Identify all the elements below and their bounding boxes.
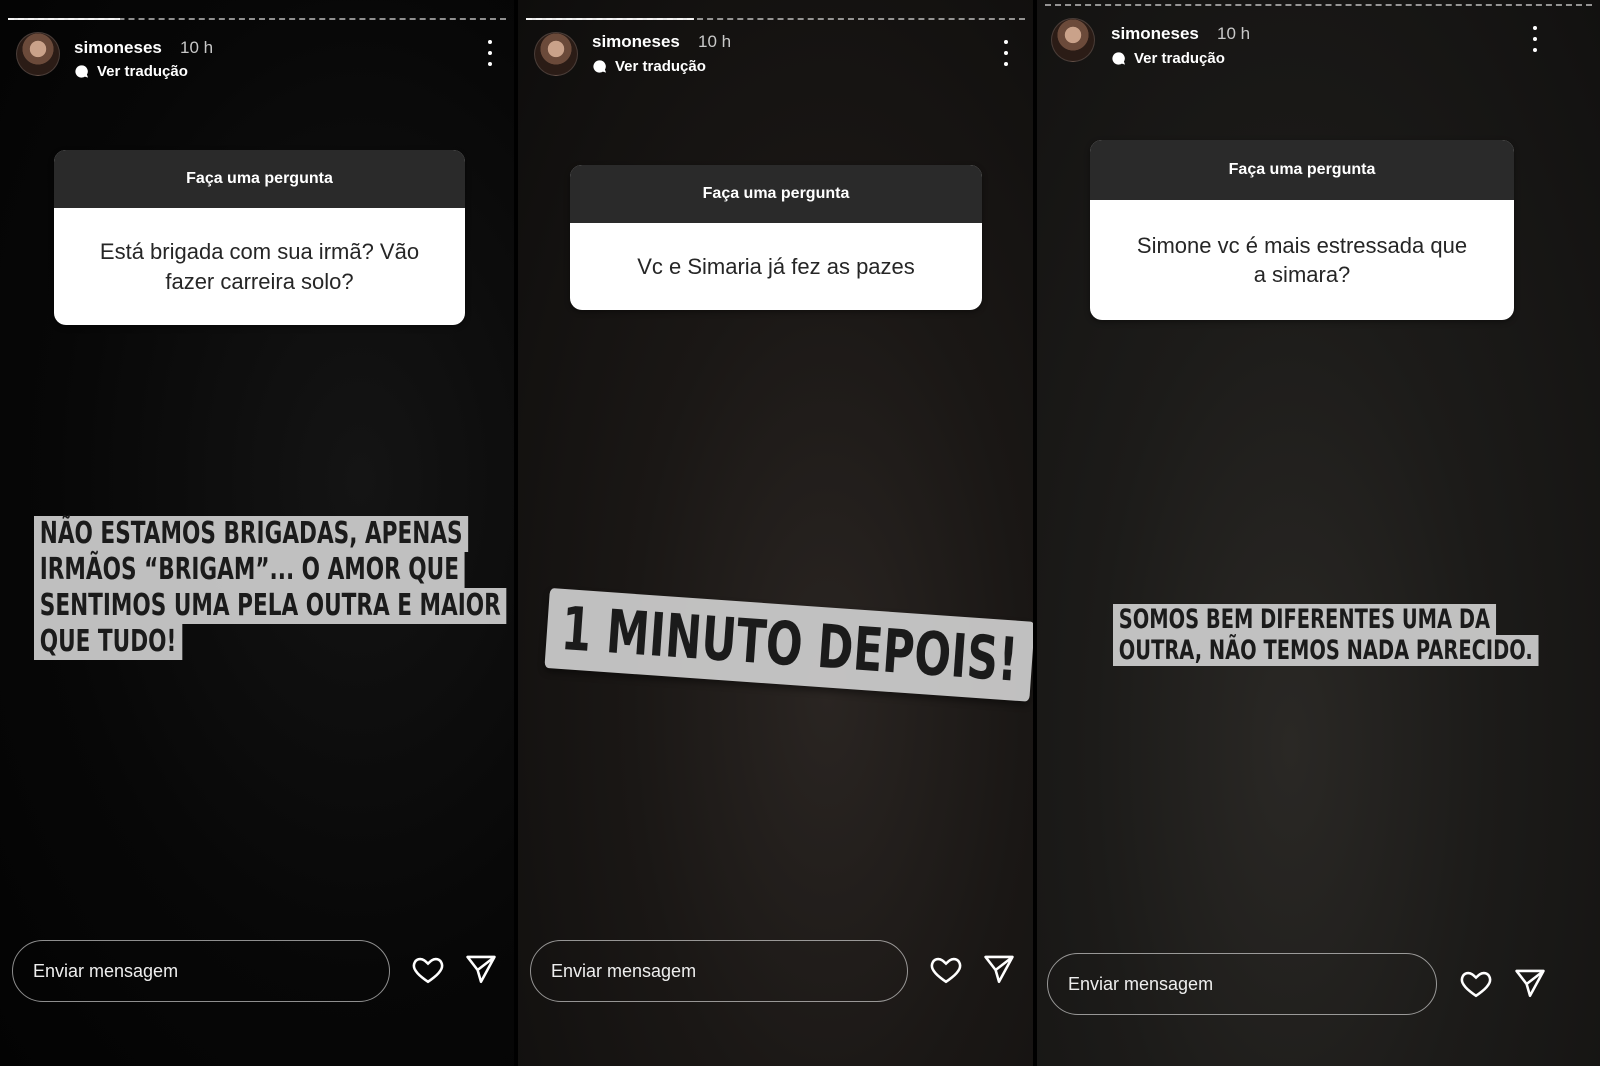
- heart-icon[interactable]: [411, 952, 445, 986]
- answer-line: SENTIMOS UMA PELA OUTRA E MAIOR: [34, 588, 507, 624]
- question-text: Simone vc é mais estressada que a simara…: [1136, 232, 1468, 287]
- question-sticker: Faça uma pergunta Simone vc é mais estre…: [1090, 140, 1514, 320]
- question-text: Vc e Simaria já fez as pazes: [637, 253, 915, 279]
- story-panel-1: simoneses 10 h Ver tradução Faça uma per…: [0, 0, 514, 1066]
- message-input[interactable]: Enviar mensagem: [1047, 953, 1437, 1015]
- post-time: 10 h: [1217, 24, 1251, 43]
- avatar[interactable]: [16, 32, 60, 76]
- answer-line: NÃO ESTAMOS BRIGADAS, APENAS: [34, 516, 469, 552]
- story-progress-bar: [1045, 4, 1592, 6]
- send-icon[interactable]: [464, 952, 498, 986]
- translate-bubble-icon: [75, 65, 89, 78]
- answer-line: QUE TUDO!: [34, 624, 183, 660]
- username[interactable]: simoneses: [1111, 24, 1199, 44]
- story-panel-3: simoneses 10 h Ver tradução Faça uma per…: [1037, 0, 1600, 1066]
- more-options-icon[interactable]: [484, 40, 496, 66]
- post-time: 10 h: [180, 38, 214, 57]
- translate-bubble-icon: [593, 60, 607, 73]
- story-progress-bar: [8, 18, 506, 20]
- answer-line: SOMOS BEM DIFERENTES UMA DA: [1113, 604, 1496, 635]
- heart-icon[interactable]: [929, 952, 963, 986]
- question-text: Está brigada com sua irmã? Vão fazer car…: [99, 239, 420, 294]
- answer-text-block: NÃO ESTAMOS BRIGADAS, APENAS IRMÃOS “BRI…: [34, 516, 514, 660]
- more-options-icon[interactable]: [1000, 40, 1012, 66]
- avatar[interactable]: [1051, 18, 1095, 62]
- translate-label: Ver tradução: [97, 63, 188, 80]
- story-panel-2: simoneses 10 h Ver tradução Faça uma per…: [518, 0, 1033, 1066]
- post-time: 10 h: [698, 32, 732, 51]
- translate-bubble-icon: [1112, 52, 1126, 65]
- answer-text-block: SOMOS BEM DIFERENTES UMA DA OUTRA, NÃO T…: [1113, 604, 1600, 666]
- message-input[interactable]: Enviar mensagem: [12, 940, 390, 1002]
- username[interactable]: simoneses: [592, 32, 680, 52]
- story-progress-bar: [526, 18, 1025, 20]
- answer-line: IRMÃOS “BRIGAM”... O AMOR QUE: [34, 552, 465, 588]
- translate-link[interactable]: Ver tradução: [74, 63, 188, 80]
- answer-line: OUTRA, NÃO TEMOS NADA PARECIDO.: [1113, 635, 1539, 666]
- question-sticker-header: Faça uma pergunta: [1090, 140, 1514, 200]
- question-sticker-header: Faça uma pergunta: [570, 165, 982, 223]
- question-sticker: Faça uma pergunta Está brigada com sua i…: [54, 150, 465, 325]
- translate-label: Ver tradução: [615, 58, 706, 75]
- translate-label: Ver tradução: [1134, 50, 1225, 67]
- username[interactable]: simoneses: [74, 38, 162, 58]
- more-options-icon[interactable]: [1529, 26, 1541, 52]
- question-sticker: Faça uma pergunta Vc e Simaria já fez as…: [570, 165, 982, 310]
- question-sticker-header: Faça uma pergunta: [54, 150, 465, 208]
- avatar[interactable]: [534, 32, 578, 76]
- send-icon[interactable]: [982, 952, 1016, 986]
- translate-link[interactable]: Ver tradução: [592, 58, 706, 75]
- message-input[interactable]: Enviar mensagem: [530, 940, 908, 1002]
- send-icon[interactable]: [1513, 966, 1547, 1000]
- translate-link[interactable]: Ver tradução: [1111, 50, 1225, 67]
- heart-icon[interactable]: [1459, 966, 1493, 1000]
